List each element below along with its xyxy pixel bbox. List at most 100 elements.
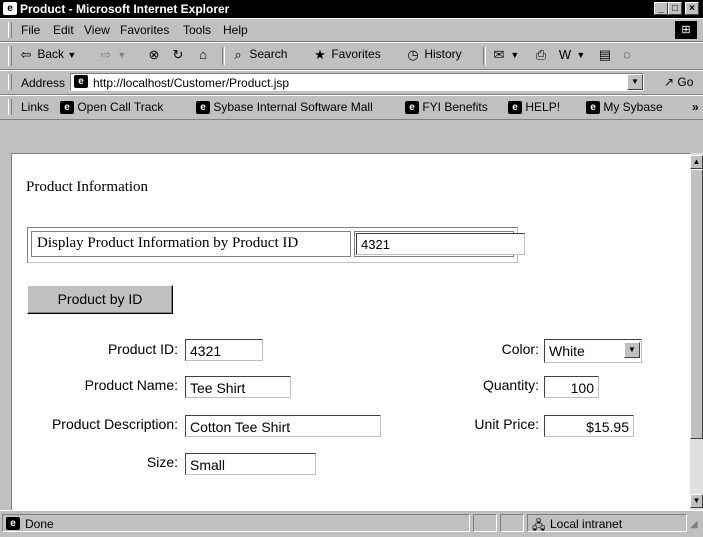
- menu-tools[interactable]: Tools: [183, 23, 211, 37]
- menu-favorites[interactable]: Favorites: [120, 23, 169, 37]
- address-url: http://localhost/Customer/Product.jsp: [93, 76, 290, 90]
- product-description-field[interactable]: Cotton Tee Shirt: [185, 415, 381, 437]
- discuss-button[interactable]: ▤: [597, 47, 613, 62]
- mail-button[interactable]: ✉ ▼: [491, 47, 520, 62]
- status-pane-empty: [473, 514, 497, 532]
- unit-price-label: Unit Price:: [474, 416, 539, 432]
- forward-button[interactable]: ⇨ ▼: [98, 46, 127, 62]
- menu-help[interactable]: Help: [223, 23, 248, 37]
- zone-pane: 🖧 Local intranet: [527, 514, 687, 532]
- search-button[interactable]: ⌕ Search: [230, 47, 287, 62]
- address-dropdown-button[interactable]: ▼: [627, 74, 643, 90]
- search-label: Search: [249, 47, 288, 61]
- ie-page-icon: e: [196, 101, 210, 115]
- title-bar: e Product - Microsoft Internet Explorer …: [0, 0, 703, 18]
- product-id-lookup-input[interactable]: 4321: [356, 233, 525, 255]
- links-bar: Links e Open Call Track e Sybase Interna…: [0, 95, 703, 120]
- ie-page-icon: e: [405, 101, 419, 115]
- refresh-button[interactable]: ↻: [170, 47, 186, 62]
- links-label: Links: [21, 100, 50, 114]
- maximize-button[interactable]: □: [668, 2, 682, 15]
- link-label: HELP!: [525, 100, 561, 114]
- chevron-down-icon: ▼: [576, 50, 586, 60]
- address-label: Address: [21, 76, 66, 90]
- stop-icon: ⊗: [148, 46, 160, 62]
- page-icon: e: [6, 517, 20, 530]
- product-name-label: Product Name:: [84, 377, 178, 393]
- size-field[interactable]: Small: [185, 453, 316, 475]
- windows-logo-icon: ⊞: [675, 21, 697, 39]
- favorites-button[interactable]: ★ Favorites: [312, 47, 381, 62]
- home-icon: ⌂: [199, 46, 207, 62]
- go-arrow-icon: ↗: [664, 75, 675, 89]
- status-text-pane: e Done: [2, 514, 470, 532]
- link-label: Open Call Track: [77, 100, 164, 114]
- chevron-down-icon[interactable]: ▼: [624, 342, 640, 358]
- color-selected-value: White: [549, 343, 585, 359]
- chevron-down-icon: ▼: [117, 50, 127, 60]
- close-button[interactable]: ×: [685, 2, 699, 15]
- lookup-table: Display Product Information by Product I…: [27, 227, 525, 263]
- favorites-label: Favorites: [331, 47, 381, 61]
- address-field[interactable]: e http://localhost/Customer/Product.jsp …: [70, 73, 644, 91]
- menu-bar: File Edit View Favorites Tools Help ⊞: [0, 18, 703, 42]
- status-bar: e Done 🖧 Local intranet ◢: [0, 510, 703, 535]
- history-icon: ◷: [407, 46, 419, 62]
- print-icon: ⎙: [535, 46, 547, 62]
- product-by-id-button[interactable]: Product by ID: [27, 285, 173, 314]
- links-overflow-icon[interactable]: »: [692, 100, 699, 114]
- link-my-sybase[interactable]: e My Sybase: [586, 100, 663, 115]
- scroll-down-button[interactable]: ▼: [690, 494, 703, 508]
- quantity-field[interactable]: 100: [544, 376, 599, 398]
- scroll-thumb[interactable]: [690, 169, 703, 439]
- address-bar: Address e http://localhost/Customer/Prod…: [0, 70, 703, 95]
- lookup-input-cell: 4321: [354, 231, 525, 257]
- forward-arrow-icon: ⇨: [100, 46, 112, 62]
- scroll-up-button[interactable]: ▲: [690, 155, 703, 169]
- link-sybase-mall[interactable]: e Sybase Internal Software Mall: [196, 100, 373, 115]
- product-description-label: Product Description:: [51, 416, 178, 432]
- quantity-label: Quantity:: [482, 377, 539, 393]
- menu-edit[interactable]: Edit: [53, 23, 74, 37]
- back-label: Back: [37, 47, 65, 61]
- unit-price-field[interactable]: $15.95: [544, 415, 634, 437]
- status-text: Done: [25, 517, 54, 531]
- toolbar-separator: [483, 47, 486, 65]
- toolbar-gap: [0, 120, 703, 153]
- home-button[interactable]: ⌂: [195, 47, 211, 62]
- product-id-field[interactable]: 4321: [185, 339, 263, 361]
- stop-button[interactable]: ⊗: [146, 47, 162, 62]
- go-label: Go: [677, 75, 694, 89]
- go-button[interactable]: ↗ Go: [664, 75, 693, 89]
- toolbar-separator: [222, 47, 225, 65]
- discuss-icon: ▤: [598, 46, 612, 62]
- back-button[interactable]: ⇦ Back ▼: [18, 47, 77, 62]
- product-name-field[interactable]: Tee Shirt: [185, 376, 291, 398]
- messenger-icon: ◌: [623, 46, 631, 62]
- ie-page-icon: e: [60, 101, 74, 115]
- link-fyi-benefits[interactable]: e FYI Benefits: [405, 100, 488, 115]
- color-select[interactable]: White ▼: [544, 339, 642, 363]
- ie-logo-icon: e: [3, 2, 17, 15]
- menu-file[interactable]: File: [21, 23, 40, 37]
- links-grip: [8, 99, 12, 115]
- minimize-button[interactable]: _: [654, 2, 668, 15]
- size-label: Size:: [146, 454, 178, 470]
- product-id-label: Product ID:: [107, 341, 178, 357]
- link-help[interactable]: e HELP!: [508, 100, 561, 115]
- window-title: Product - Microsoft Internet Explorer: [20, 2, 230, 16]
- vertical-scrollbar[interactable]: ▲ ▼: [690, 153, 703, 510]
- link-open-call-track[interactable]: e Open Call Track: [60, 100, 164, 115]
- lookup-label: Display Product Information by Product I…: [37, 235, 299, 251]
- history-button[interactable]: ◷ History: [405, 46, 461, 62]
- toolbar-grip: [8, 46, 12, 66]
- status-pane-empty: [500, 514, 524, 532]
- menu-view[interactable]: View: [84, 23, 110, 37]
- page-content: Product Information Display Product Info…: [11, 153, 690, 510]
- menu-grip: [8, 22, 12, 38]
- edit-button[interactable]: W ▼: [557, 47, 585, 62]
- print-button[interactable]: ⎙: [533, 47, 549, 62]
- messenger-button[interactable]: ◌: [619, 47, 635, 62]
- ie-page-icon: e: [586, 101, 600, 115]
- resize-grip-icon[interactable]: ◢: [690, 519, 698, 530]
